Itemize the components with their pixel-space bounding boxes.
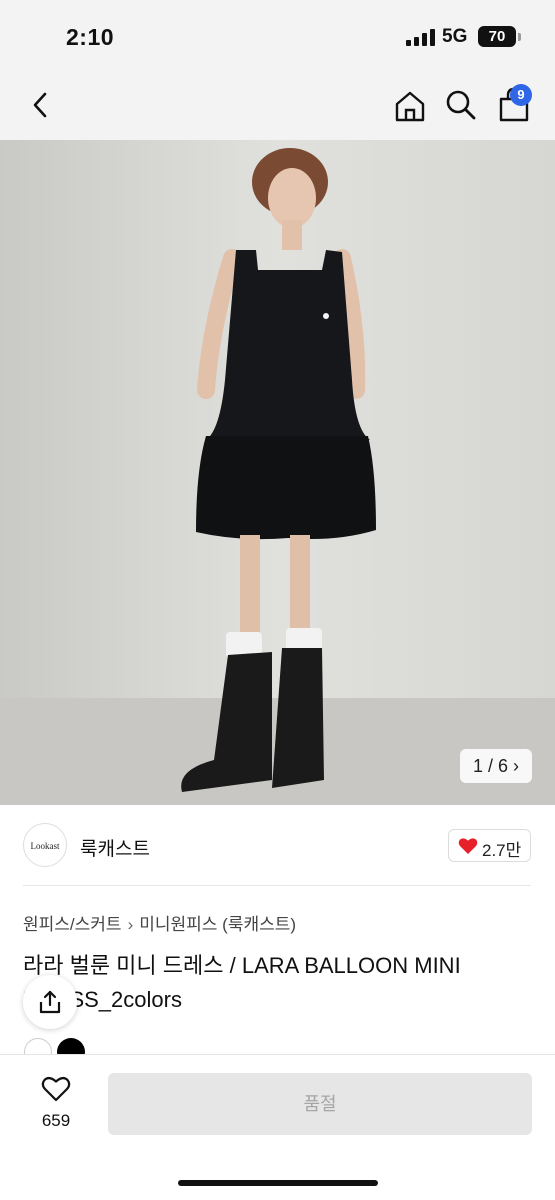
chevron-left-icon[interactable] — [28, 90, 54, 120]
share-button[interactable] — [23, 975, 77, 1029]
heart-filled-icon — [458, 838, 478, 854]
divider — [23, 885, 531, 886]
breadcrumb-category[interactable]: 원피스/스커트 — [23, 915, 122, 934]
battery-icon: 70 — [478, 26, 516, 47]
home-indicator — [178, 1180, 378, 1186]
bottom-action-bar: 659 품절 — [0, 1054, 555, 1200]
shop-logo[interactable]: Lookast — [23, 823, 67, 867]
cart-count-badge: 9 — [510, 84, 532, 106]
search-icon[interactable] — [445, 88, 477, 122]
product-image[interactable] — [0, 140, 555, 805]
shop-like-count: 2.7만 — [482, 841, 522, 860]
gallery-counter[interactable]: 1 / 6 › — [460, 749, 532, 783]
wishlist-button[interactable]: 659 — [30, 1075, 82, 1135]
network-label: 5G — [442, 26, 468, 47]
breadcrumb-subcategory[interactable]: 미니원피스 (룩캐스트) — [139, 915, 296, 934]
shop-like-button[interactable]: 2.7만 — [448, 829, 531, 862]
status-bar: 2:10 5G 70 — [0, 0, 555, 74]
share-icon — [39, 990, 61, 1014]
signal-icon — [406, 29, 435, 46]
sold-out-button[interactable]: 품절 — [108, 1073, 532, 1135]
status-time: 2:10 — [66, 24, 115, 50]
battery-tip — [518, 33, 521, 41]
wishlist-count: 659 — [41, 1111, 71, 1130]
shop-name[interactable]: 룩캐스트 — [80, 834, 150, 861]
breadcrumb-separator: › — [127, 915, 134, 934]
home-icon[interactable] — [393, 89, 427, 123]
nav-bar — [0, 74, 555, 140]
product-photo — [0, 140, 555, 805]
product-title: 라라 벌룬 미니 드레스 / LARA BALLOON MINI DRESS_2… — [23, 953, 461, 1012]
breadcrumb: 원피스/스커트 › 미니원피스 (룩캐스트) — [23, 910, 296, 935]
heart-outline-icon — [41, 1077, 71, 1102]
